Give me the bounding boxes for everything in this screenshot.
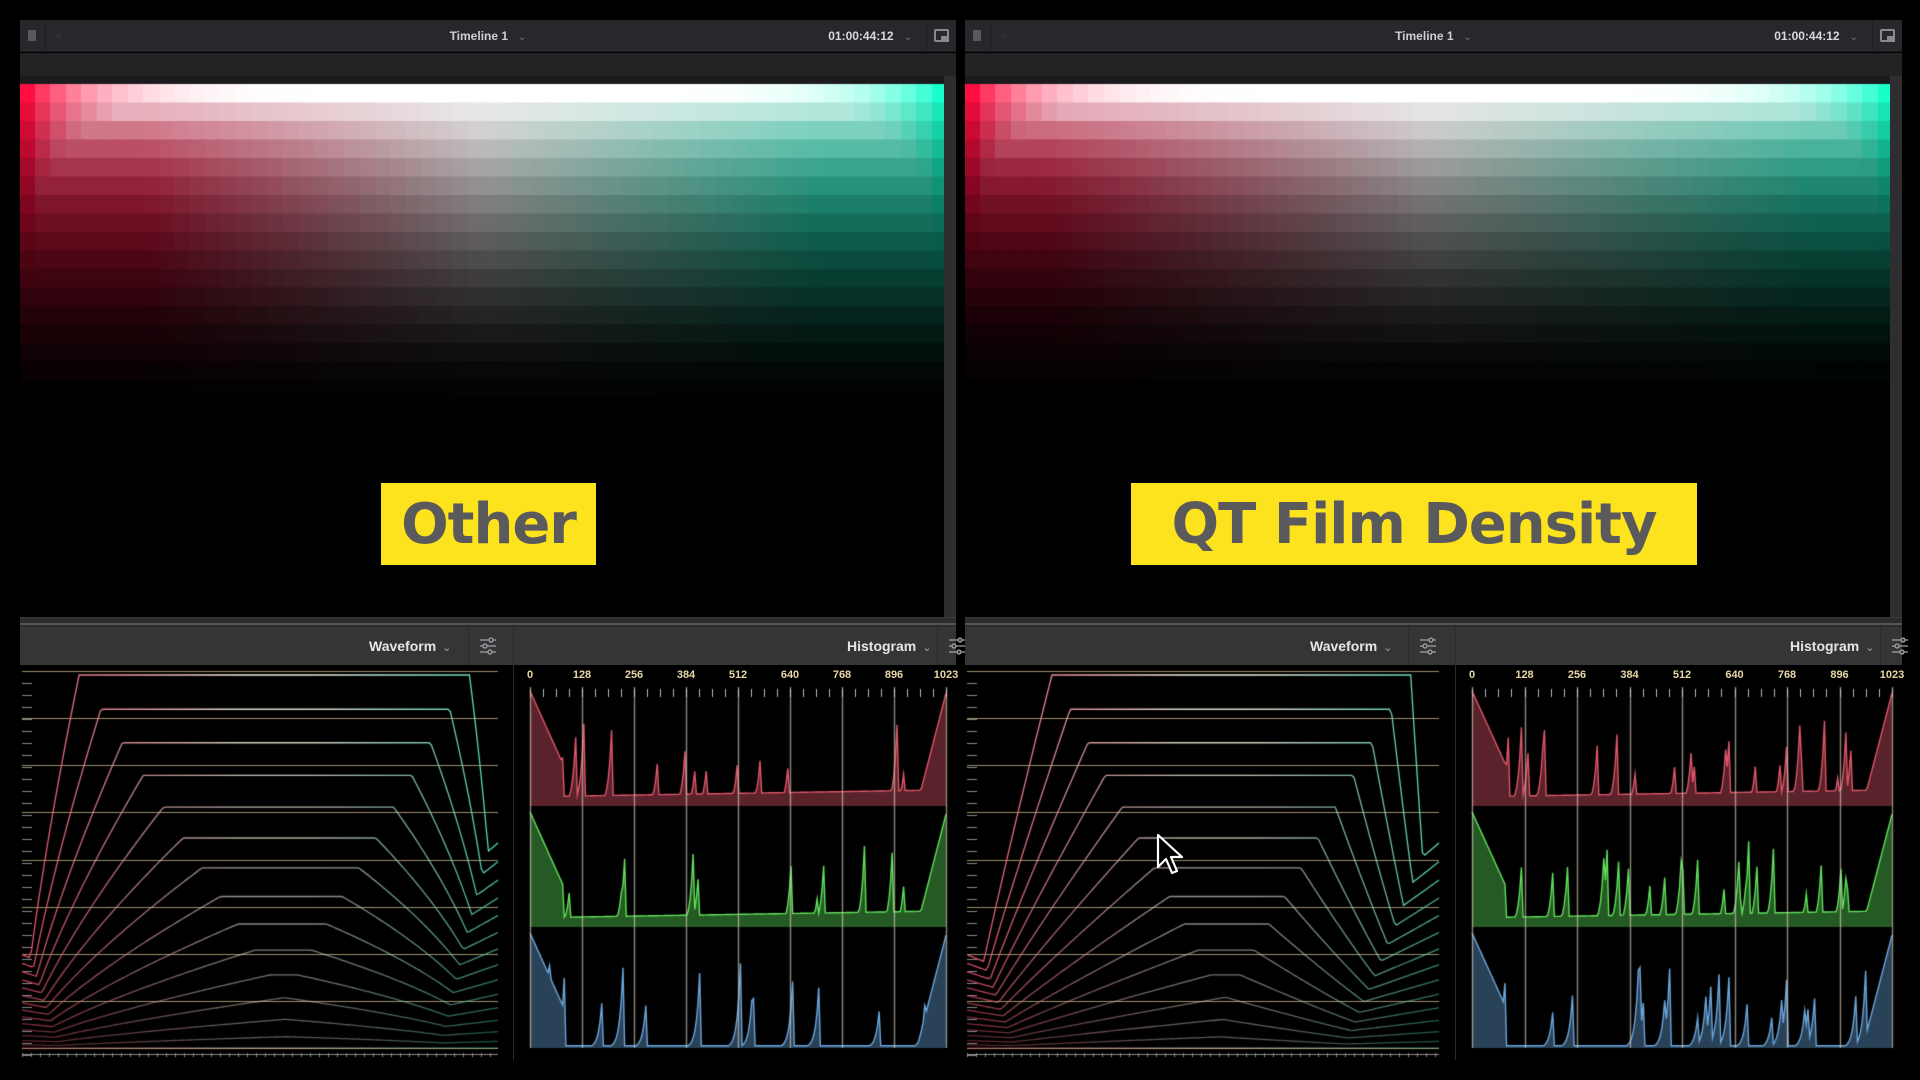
sliders-icon (1892, 637, 1908, 655)
status-dot (1001, 34, 1006, 39)
histogram-tick-label: 768 (832, 669, 852, 681)
viewer-mode-button[interactable] (926, 20, 956, 52)
histogram-scope[interactable] (1456, 665, 1902, 1060)
sliders-icon (949, 637, 965, 655)
waveform-label: Waveform (369, 638, 437, 654)
viewer-subbar (20, 53, 956, 76)
histogram-label: Histogram (1790, 638, 1860, 654)
histogram-axis-labels: 0 128 256 384 512 640 768 896 1023 (514, 665, 959, 685)
histogram-dropdown[interactable]: Histogram ⌄ (1790, 638, 1874, 654)
chevron-down-icon: ⌄ (442, 642, 452, 654)
histogram-tick-label: 896 (1830, 669, 1849, 681)
chevron-down-icon: ⌄ (518, 32, 527, 43)
histogram-tick-label: 640 (1725, 669, 1744, 681)
histogram-tick-label: 256 (624, 669, 644, 681)
panel-splitter[interactable] (20, 617, 956, 627)
timeline-name: Timeline 1 (449, 29, 509, 43)
sliders-icon (1420, 637, 1436, 655)
histogram-tick-label: 128 (572, 669, 592, 681)
viewer-topbar: Timeline 1 ⌄ 01:00:44:12 ⌄ (965, 20, 1902, 52)
overlay-label: QT Film Density (1131, 483, 1697, 565)
histogram-tick-label: 1023 (1879, 669, 1905, 681)
overlay-label: Other (381, 483, 596, 565)
histogram-tick-label: 768 (1777, 669, 1797, 681)
histogram-scope[interactable] (514, 665, 956, 1060)
histogram-label: Histogram (847, 638, 917, 654)
sidebar-toggle-icon (28, 30, 36, 41)
histogram-tick-label: 128 (1515, 669, 1534, 681)
status-dot (56, 34, 61, 39)
histogram-tick-label: 896 (884, 669, 904, 681)
histogram-tick-label: 384 (676, 669, 696, 681)
chevron-down-icon: ⌄ (1463, 32, 1472, 43)
chevron-down-icon: ⌄ (1849, 32, 1858, 43)
waveform-settings-button[interactable] (1408, 627, 1444, 665)
viewer-panel-left: Timeline 1 ⌄ 01:00:44:12 ⌄ Other Waveform ⌄ (20, 20, 965, 1060)
histogram-tick-label: 384 (1620, 669, 1639, 681)
histogram-tick-label: 0 (1468, 669, 1476, 681)
histogram-settings-button[interactable] (1880, 627, 1916, 665)
viewer-mode-icon (1880, 29, 1895, 42)
chevron-down-icon: ⌄ (903, 32, 912, 43)
waveform-scope[interactable] (20, 665, 502, 1060)
toolbar-separator (1455, 627, 1456, 665)
sidebar-toggle-icon (973, 30, 981, 41)
sidebar-toggle-button[interactable] (20, 20, 46, 52)
histogram-tick-label: 1023 (933, 669, 959, 681)
scopes-toolbar: Waveform ⌄ Histogram ⌄ (965, 627, 1908, 665)
viewer-panel-right: Timeline 1 ⌄ 01:00:44:12 ⌄ QT Film Density… (965, 20, 1908, 1060)
histogram-tick-label: 640 (780, 669, 800, 681)
timeline-name: Timeline 1 (1395, 29, 1454, 43)
viewer-topbar: Timeline 1 ⌄ 01:00:44:12 ⌄ (20, 20, 956, 52)
scopes-area: 0 128 256 384 512 640 768 896 1023 (20, 665, 959, 1060)
viewer-subbar (965, 53, 1902, 76)
chevron-down-icon: ⌄ (1383, 642, 1393, 654)
viewer-mode-icon (934, 29, 949, 42)
histogram-tick-label: 512 (728, 669, 748, 681)
histogram-tick-label: 0 (526, 669, 534, 681)
timecode-display[interactable]: 01:00:44:12 ⌄ (828, 29, 912, 43)
timecode-value: 01:00:44:12 (828, 29, 894, 43)
panel-splitter[interactable] (965, 617, 1902, 627)
waveform-dropdown[interactable]: Waveform ⌄ (1310, 638, 1392, 654)
sliders-icon (480, 637, 496, 655)
timecode-value: 01:00:44:12 (1774, 29, 1840, 43)
viewer-scrollbar[interactable] (1890, 76, 1902, 617)
timeline-selector[interactable]: Timeline 1 ⌄ (1395, 29, 1472, 43)
histogram-tick-label: 256 (1567, 669, 1587, 681)
waveform-scope[interactable] (965, 665, 1443, 1060)
viewer-mode-button[interactable] (1872, 20, 1902, 52)
chevron-down-icon: ⌄ (922, 642, 932, 654)
toolbar-separator (513, 627, 514, 665)
scopes-area: 0 128 256 384 512 640 768 896 1023 (965, 665, 1905, 1060)
scopes-toolbar: Waveform ⌄ Histogram ⌄ (20, 627, 965, 665)
histogram-axis-labels: 0 128 256 384 512 640 768 896 1023 (1456, 665, 1905, 685)
timeline-selector[interactable]: Timeline 1 ⌄ (450, 29, 527, 43)
timecode-display[interactable]: 01:00:44:12 ⌄ (1774, 29, 1858, 43)
waveform-dropdown[interactable]: Waveform ⌄ (369, 638, 451, 654)
sidebar-toggle-button[interactable] (965, 20, 991, 52)
viewer-scrollbar[interactable] (944, 76, 956, 617)
histogram-dropdown[interactable]: Histogram ⌄ (847, 638, 931, 654)
waveform-settings-button[interactable] (468, 627, 504, 665)
waveform-label: Waveform (1310, 638, 1378, 654)
chevron-down-icon: ⌄ (1865, 642, 1875, 654)
histogram-tick-label: 512 (1672, 669, 1692, 681)
